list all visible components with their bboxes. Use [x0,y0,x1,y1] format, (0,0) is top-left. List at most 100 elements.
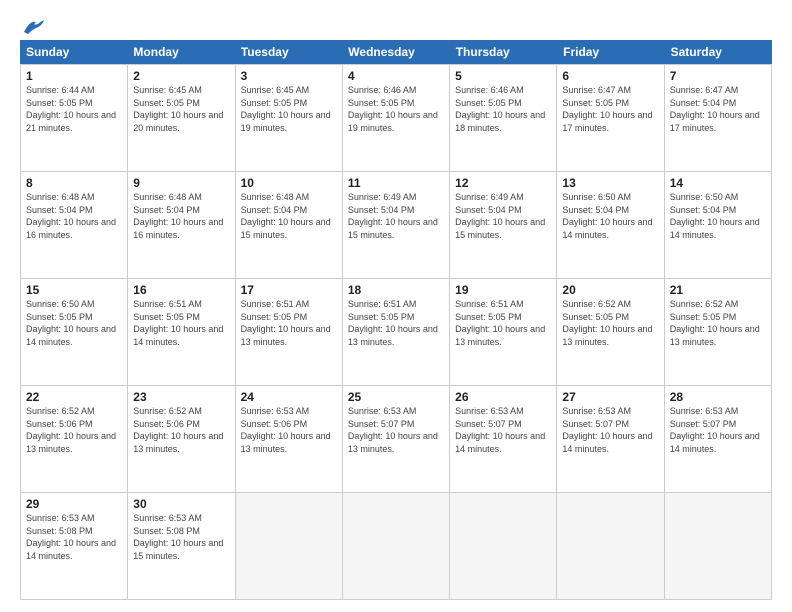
sunrise-text: Sunrise: 6:47 AM [670,84,766,97]
day-number: 14 [670,176,766,190]
calendar-header: SundayMondayTuesdayWednesdayThursdayFrid… [20,40,772,64]
cal-cell-26: 26Sunrise: 6:53 AMSunset: 5:07 PMDayligh… [450,386,557,492]
sunset-text: Sunset: 5:05 PM [133,97,229,110]
cal-cell-2: 2Sunrise: 6:45 AMSunset: 5:05 PMDaylight… [128,65,235,171]
cal-cell-empty-4-4 [450,493,557,599]
sunrise-text: Sunrise: 6:49 AM [348,191,444,204]
daylight-text: Daylight: 10 hours and 14 minutes. [670,430,766,455]
cal-cell-23: 23Sunrise: 6:52 AMSunset: 5:06 PMDayligh… [128,386,235,492]
sunset-text: Sunset: 5:05 PM [348,97,444,110]
daylight-text: Daylight: 10 hours and 21 minutes. [26,109,122,134]
header-day-saturday: Saturday [665,40,772,64]
day-number: 5 [455,69,551,83]
sunset-text: Sunset: 5:05 PM [455,311,551,324]
sunrise-text: Sunrise: 6:53 AM [348,405,444,418]
sunrise-text: Sunrise: 6:53 AM [26,512,122,525]
cal-cell-25: 25Sunrise: 6:53 AMSunset: 5:07 PMDayligh… [343,386,450,492]
sunset-text: Sunset: 5:07 PM [455,418,551,431]
day-number: 4 [348,69,444,83]
daylight-text: Daylight: 10 hours and 20 minutes. [133,109,229,134]
sunrise-text: Sunrise: 6:48 AM [133,191,229,204]
header-day-sunday: Sunday [20,40,127,64]
cal-cell-28: 28Sunrise: 6:53 AMSunset: 5:07 PMDayligh… [665,386,772,492]
daylight-text: Daylight: 10 hours and 18 minutes. [455,109,551,134]
cal-cell-empty-4-5 [557,493,664,599]
sunrise-text: Sunrise: 6:44 AM [26,84,122,97]
cal-cell-empty-4-6 [665,493,772,599]
logo [20,18,44,34]
daylight-text: Daylight: 10 hours and 17 minutes. [562,109,658,134]
day-number: 21 [670,283,766,297]
sunrise-text: Sunrise: 6:52 AM [562,298,658,311]
cal-cell-10: 10Sunrise: 6:48 AMSunset: 5:04 PMDayligh… [236,172,343,278]
day-number: 17 [241,283,337,297]
header-day-monday: Monday [127,40,234,64]
week-row-1: 1Sunrise: 6:44 AMSunset: 5:05 PMDaylight… [21,65,772,172]
day-number: 6 [562,69,658,83]
header [20,18,772,34]
sunset-text: Sunset: 5:05 PM [562,97,658,110]
day-number: 3 [241,69,337,83]
calendar: SundayMondayTuesdayWednesdayThursdayFrid… [20,40,772,600]
sunset-text: Sunset: 5:08 PM [133,525,229,538]
cal-cell-6: 6Sunrise: 6:47 AMSunset: 5:05 PMDaylight… [557,65,664,171]
day-number: 23 [133,390,229,404]
day-number: 19 [455,283,551,297]
day-number: 2 [133,69,229,83]
daylight-text: Daylight: 10 hours and 13 minutes. [241,323,337,348]
sunset-text: Sunset: 5:07 PM [348,418,444,431]
day-number: 9 [133,176,229,190]
cal-cell-8: 8Sunrise: 6:48 AMSunset: 5:04 PMDaylight… [21,172,128,278]
daylight-text: Daylight: 10 hours and 16 minutes. [26,216,122,241]
cal-cell-30: 30Sunrise: 6:53 AMSunset: 5:08 PMDayligh… [128,493,235,599]
header-day-tuesday: Tuesday [235,40,342,64]
sunrise-text: Sunrise: 6:46 AM [455,84,551,97]
daylight-text: Daylight: 10 hours and 13 minutes. [241,430,337,455]
daylight-text: Daylight: 10 hours and 15 minutes. [133,537,229,562]
sunrise-text: Sunrise: 6:50 AM [562,191,658,204]
cal-cell-16: 16Sunrise: 6:51 AMSunset: 5:05 PMDayligh… [128,279,235,385]
sunset-text: Sunset: 5:05 PM [348,311,444,324]
cal-cell-21: 21Sunrise: 6:52 AMSunset: 5:05 PMDayligh… [665,279,772,385]
daylight-text: Daylight: 10 hours and 14 minutes. [26,537,122,562]
cal-cell-19: 19Sunrise: 6:51 AMSunset: 5:05 PMDayligh… [450,279,557,385]
sunset-text: Sunset: 5:04 PM [670,204,766,217]
sunset-text: Sunset: 5:05 PM [241,311,337,324]
sunrise-text: Sunrise: 6:50 AM [670,191,766,204]
sunset-text: Sunset: 5:05 PM [241,97,337,110]
sunrise-text: Sunrise: 6:53 AM [562,405,658,418]
sunrise-text: Sunrise: 6:52 AM [133,405,229,418]
day-number: 28 [670,390,766,404]
sunrise-text: Sunrise: 6:47 AM [562,84,658,97]
sunset-text: Sunset: 5:05 PM [670,311,766,324]
day-number: 18 [348,283,444,297]
daylight-text: Daylight: 10 hours and 13 minutes. [562,323,658,348]
day-number: 16 [133,283,229,297]
cal-cell-15: 15Sunrise: 6:50 AMSunset: 5:05 PMDayligh… [21,279,128,385]
daylight-text: Daylight: 10 hours and 14 minutes. [562,430,658,455]
daylight-text: Daylight: 10 hours and 13 minutes. [133,430,229,455]
header-day-thursday: Thursday [450,40,557,64]
cal-cell-9: 9Sunrise: 6:48 AMSunset: 5:04 PMDaylight… [128,172,235,278]
week-row-5: 29Sunrise: 6:53 AMSunset: 5:08 PMDayligh… [21,493,772,600]
sunset-text: Sunset: 5:04 PM [348,204,444,217]
cal-cell-1: 1Sunrise: 6:44 AMSunset: 5:05 PMDaylight… [21,65,128,171]
sunrise-text: Sunrise: 6:52 AM [670,298,766,311]
sunrise-text: Sunrise: 6:51 AM [455,298,551,311]
day-number: 25 [348,390,444,404]
header-day-wednesday: Wednesday [342,40,449,64]
daylight-text: Daylight: 10 hours and 19 minutes. [348,109,444,134]
logo-bird-icon [22,18,44,34]
sunset-text: Sunset: 5:05 PM [455,97,551,110]
cal-cell-14: 14Sunrise: 6:50 AMSunset: 5:04 PMDayligh… [665,172,772,278]
sunrise-text: Sunrise: 6:53 AM [455,405,551,418]
sunset-text: Sunset: 5:04 PM [455,204,551,217]
sunset-text: Sunset: 5:08 PM [26,525,122,538]
week-row-4: 22Sunrise: 6:52 AMSunset: 5:06 PMDayligh… [21,386,772,493]
week-row-2: 8Sunrise: 6:48 AMSunset: 5:04 PMDaylight… [21,172,772,279]
sunrise-text: Sunrise: 6:51 AM [133,298,229,311]
day-number: 7 [670,69,766,83]
day-number: 24 [241,390,337,404]
sunrise-text: Sunrise: 6:49 AM [455,191,551,204]
day-number: 1 [26,69,122,83]
